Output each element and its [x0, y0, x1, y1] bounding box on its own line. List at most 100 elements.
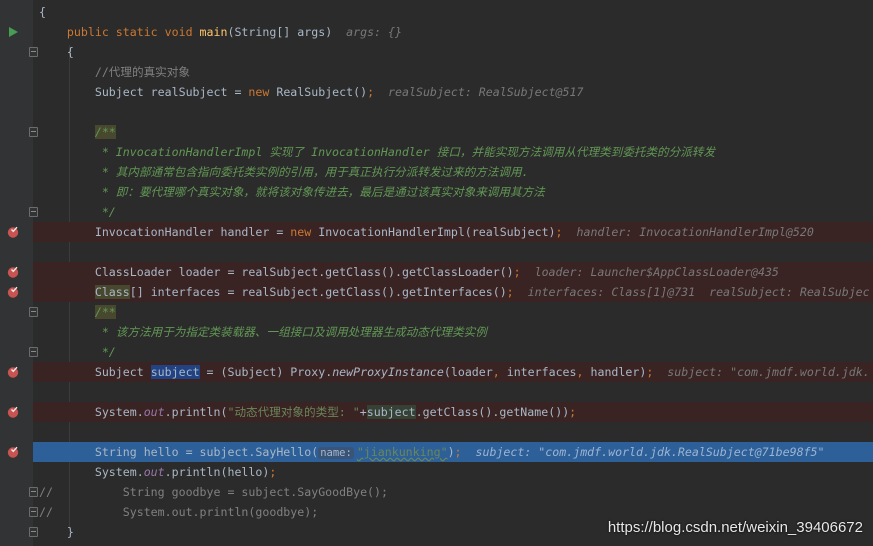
code-content: { — [39, 2, 46, 22]
code-text: .println( — [164, 405, 228, 419]
breakpoint-icon[interactable] — [7, 406, 19, 418]
keyword: ; — [454, 445, 462, 459]
keyword: ; — [569, 405, 577, 419]
inline-debug-value: subject: "com.jmdf.world.jdk. — [653, 365, 870, 379]
code-content: * 该方法用于为指定类装载器、一组接口及调用处理器生成动态代理类实例 — [39, 322, 487, 342]
doc-comment: * 即：要代理哪个真实对象，就将该对象传进去，最后是通过该真实对象来调用其方法 — [39, 185, 545, 199]
code-editor[interactable]: { public static void main(String[] args)… — [0, 2, 873, 542]
code-line[interactable]: { — [0, 42, 873, 62]
code-text: interfaces — [499, 365, 577, 379]
code-text: } — [39, 525, 74, 539]
fold-marker-icon[interactable] — [29, 307, 38, 317]
code-line[interactable]: System.out.println(hello); — [0, 462, 873, 482]
keyword: , — [492, 365, 500, 379]
current-execution-line[interactable]: String hello = subject.SayHello(name: "ji… — [0, 442, 873, 462]
code-content: System.out.println(hello); — [39, 462, 277, 482]
code-content: Class[] interfaces = realSubject.getClas… — [39, 282, 870, 302]
code-line[interactable]: Subject realSubject = new RealSubject();… — [0, 82, 873, 102]
code-content: String hello = subject.SayHello(name: "ji… — [39, 442, 825, 463]
code-line[interactable] — [0, 422, 873, 442]
breakpoint-line[interactable]: System.out.println("动态代理对象的类型: "+subject… — [0, 402, 873, 422]
code-content: ClassLoader loader = realSubject.getClas… — [39, 262, 779, 282]
highlighted-identifier: Class — [94, 285, 130, 299]
static-field: out — [143, 405, 165, 419]
code-line[interactable]: { — [0, 2, 873, 22]
fold-marker-icon[interactable] — [29, 507, 38, 517]
code-line[interactable]: public static void main(String[] args) a… — [0, 22, 873, 42]
code-line[interactable]: //代理的真实对象 — [0, 62, 873, 82]
code-text: (loader — [443, 365, 493, 379]
code-line[interactable]: * 该方法用于为指定类装载器、一组接口及调用处理器生成动态代理类实例 — [0, 322, 873, 342]
breakpoint-icon[interactable] — [7, 286, 19, 298]
code-content: InvocationHandler handler = new Invocati… — [39, 222, 814, 242]
code-text: = (Subject) Proxy. — [199, 365, 333, 379]
code-text: [] interfaces = realSubject.getClass().g… — [129, 285, 507, 299]
code-content: Subject subject = (Subject) Proxy.newPro… — [39, 362, 870, 382]
doc-comment-start: /** — [94, 305, 116, 319]
code-text: handler) — [583, 365, 647, 379]
breakpoint-icon[interactable] — [7, 366, 19, 378]
inline-debug-value: subject: "com.jmdf.world.jdk.RealSubject… — [461, 445, 825, 459]
breakpoint-line[interactable]: Class[] interfaces = realSubject.getClas… — [0, 282, 873, 302]
code-text: Subject — [39, 365, 151, 379]
code-content: * 即：要代理哪个真实对象，就将该对象传进去，最后是通过该真实对象来调用其方法 — [39, 182, 545, 202]
breakpoint-icon[interactable] — [7, 226, 19, 238]
inline-debug-value: args: {} — [346, 25, 402, 39]
code-line[interactable]: /** — [0, 122, 873, 142]
code-line[interactable] — [0, 242, 873, 262]
keyword: ; — [513, 265, 521, 279]
doc-comment: */ — [39, 345, 116, 359]
code-line[interactable]: */ — [0, 342, 873, 362]
code-line[interactable]: * 其内部通常包含指向委托类实例的引用，用于真正执行分派转发过来的方法调用. — [0, 162, 873, 182]
breakpoint-icon[interactable] — [7, 266, 19, 278]
code-line[interactable]: * InvocationHandlerImpl 实现了 InvocationHa… — [0, 142, 873, 162]
method-name: main — [199, 25, 228, 39]
code-line[interactable] — [0, 382, 873, 402]
fold-marker-icon[interactable] — [29, 207, 38, 217]
static-field: out — [143, 465, 165, 479]
code-line[interactable]: /** — [0, 302, 873, 322]
fold-marker-icon[interactable] — [29, 527, 38, 537]
string-literal: "动态代理对象的类型: " — [227, 405, 360, 419]
code-text: (String[] args) — [227, 25, 347, 39]
code-line[interactable] — [0, 102, 873, 122]
breakpoint-line[interactable]: ClassLoader loader = realSubject.getClas… — [0, 262, 873, 282]
code-content: Subject realSubject = new RealSubject();… — [39, 82, 584, 102]
comment: // String goodbye = subject.SayGoodBye()… — [39, 485, 389, 499]
code-line[interactable]: */ — [0, 202, 873, 222]
code-content: /** — [39, 302, 116, 322]
breakpoint-icon[interactable] — [7, 446, 19, 458]
code-content: System.out.println("动态代理对象的类型: "+subject… — [39, 402, 576, 422]
string-literal: "jiankunking" — [356, 445, 448, 459]
breakpoint-line[interactable]: Subject subject = (Subject) Proxy.newPro… — [0, 362, 873, 382]
code-text: InvocationHandler handler = — [39, 225, 291, 239]
inline-debug-value: loader: Launcher$AppClassLoader@435 — [520, 265, 779, 279]
code-line[interactable]: * 即：要代理哪个真实对象，就将该对象传进去，最后是通过该真实对象来调用其方法 — [0, 182, 873, 202]
code-content: */ — [39, 202, 116, 222]
code-text: System. — [39, 465, 144, 479]
code-content: public static void main(String[] args) a… — [39, 22, 402, 42]
code-text: ClassLoader loader = realSubject.getClas… — [39, 265, 514, 279]
fold-marker-icon[interactable] — [29, 487, 38, 497]
comment: //代理的真实对象 — [39, 65, 190, 79]
code-content: //代理的真实对象 — [39, 62, 190, 82]
watermark: https://blog.csdn.net/weixin_39406672 — [607, 519, 863, 536]
run-icon[interactable] — [7, 26, 19, 38]
code-content: * InvocationHandlerImpl 实现了 InvocationHa… — [39, 142, 715, 162]
code-line[interactable]: // String goodbye = subject.SayGoodBye()… — [0, 482, 873, 502]
code-content: // String goodbye = subject.SayGoodBye()… — [39, 482, 388, 502]
fold-marker-icon[interactable] — [29, 47, 38, 57]
fold-marker-icon[interactable] — [29, 127, 38, 137]
highlighted-identifier: subject — [150, 365, 200, 379]
code-text: Subject realSubject = — [39, 85, 249, 99]
code-text: InvocationHandlerImpl(realSubject) — [311, 225, 556, 239]
keyword: new — [248, 85, 270, 99]
code-text: ) — [447, 445, 455, 459]
fold-marker-icon[interactable] — [29, 347, 38, 357]
doc-comment: * 该方法用于为指定类装载器、一组接口及调用处理器生成动态代理类实例 — [39, 325, 487, 339]
breakpoint-line[interactable]: InvocationHandler handler = new Invocati… — [0, 222, 873, 242]
code-content: */ — [39, 342, 116, 362]
